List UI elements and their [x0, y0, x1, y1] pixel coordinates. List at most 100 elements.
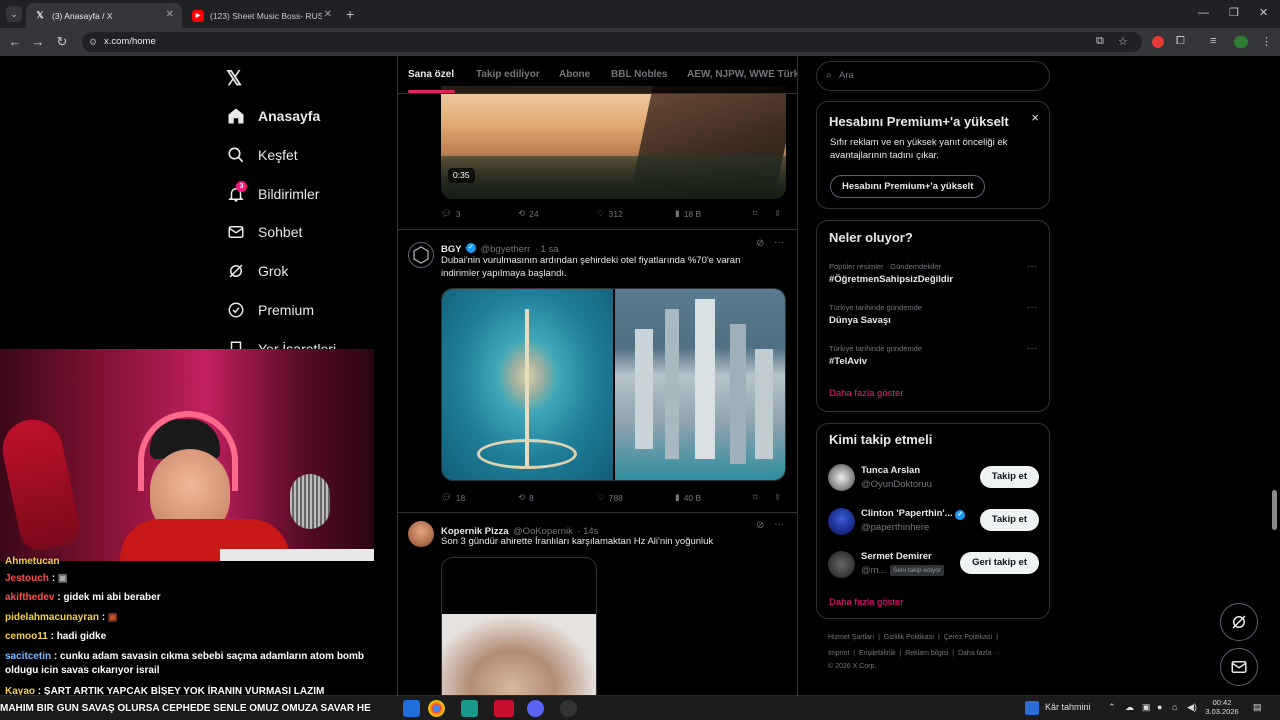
avatar[interactable] [408, 242, 434, 268]
suggested-user-name[interactable]: Tunca Arslan [861, 465, 920, 476]
weather-icon[interactable] [1025, 701, 1039, 715]
close-tab-icon[interactable]: ✕ [324, 9, 332, 20]
page-scrollbar[interactable] [1272, 490, 1277, 530]
tab-subscribed[interactable]: Abone [559, 69, 590, 80]
suggested-user-handle[interactable]: @OyunDoktoruu [861, 479, 932, 490]
tray-arrow-icon[interactable]: ⌃ [1108, 702, 1116, 713]
volume-icon[interactable]: ◀) [1187, 702, 1197, 713]
weather-text[interactable]: Kâr tahmini [1045, 702, 1091, 712]
post-bgy[interactable]: BGY ✓ @bgyetherr · 1 sa ⊘ ··· Dubai'nin … [398, 230, 797, 513]
footer-link[interactable]: Imprint [828, 650, 849, 657]
notification-center-icon[interactable]: ▤ [1253, 702, 1262, 713]
avatar[interactable] [828, 508, 855, 535]
share-button[interactable]: ⇪ [774, 208, 781, 219]
post-kopernik[interactable]: Kopernik Pizza @OoKopernik · 14s ⊘ ··· S… [398, 513, 797, 696]
minimize-icon[interactable]: — [1198, 7, 1209, 19]
trend-item[interactable]: Dünya Savaşı [829, 315, 891, 326]
footer-link[interactable]: Reklam bilgisi [905, 650, 948, 657]
nav-item-premium[interactable]: Premium [226, 300, 314, 320]
follow-button[interactable]: Takip et [979, 509, 1039, 531]
suggested-user-handle[interactable]: @paperthinhere [861, 522, 929, 533]
more-options-icon[interactable]: ··· [1027, 343, 1037, 354]
close-tab-icon[interactable]: ✕ [166, 9, 174, 20]
avatar[interactable] [828, 464, 855, 491]
tab-aew-njpw-wwe[interactable]: AEW, NJPW, WWE Türki [687, 69, 797, 80]
footer-link[interactable]: Çerez Politikası [944, 634, 993, 641]
views-button[interactable]: ▮ 40 B [675, 492, 701, 503]
nav-item-explore[interactable]: Keşfet [226, 145, 298, 165]
app-icon[interactable] [494, 700, 514, 717]
chrome-icon[interactable] [428, 700, 445, 717]
upgrade-premium-button[interactable]: Hesabını Premium+'a yükselt [830, 175, 986, 198]
trend-item[interactable]: #ÖğretmenSahipsizDeğildir [829, 274, 953, 285]
search-input[interactable]: ⌕ Ara [816, 61, 1050, 91]
more-options-icon[interactable]: ··· [1027, 302, 1037, 313]
microphone-tray-icon[interactable]: ● [1157, 702, 1162, 712]
clock[interactable]: 00:42 3.03.2026 [1205, 698, 1239, 716]
footer-link[interactable]: Daha fazla ··· [958, 650, 1000, 657]
tray-icon[interactable]: ▣ [1142, 702, 1151, 713]
new-tab-button[interactable]: + [346, 6, 354, 22]
network-icon[interactable]: ⌂ [1172, 702, 1177, 712]
bookmark-button[interactable]: ⌑ [753, 208, 757, 219]
reply-button[interactable]: 💬︎ 18 [441, 492, 465, 503]
palm-island-image[interactable] [442, 289, 613, 480]
grok-icon[interactable]: ⊘ [756, 238, 764, 249]
views-button[interactable]: ▮ 18 B [675, 208, 701, 219]
reply-button[interactable]: 💬︎ 3 [441, 208, 461, 219]
repost-button[interactable]: ⟲ 8 [518, 492, 534, 503]
address-bar[interactable]: ⚙ x.com/home [82, 32, 1142, 52]
trend-item[interactable]: #TelAviv [829, 356, 867, 367]
nav-item-chat[interactable]: Sohbet [226, 222, 302, 242]
grok-icon[interactable]: ⊘ [756, 520, 764, 531]
nav-item-home[interactable]: Anasayfa [226, 106, 320, 126]
back-icon[interactable]: ← [6, 34, 24, 49]
obs-icon[interactable] [560, 700, 577, 717]
repost-button[interactable]: ⟲ 24 [518, 208, 539, 219]
profile-avatar[interactable] [1234, 36, 1248, 48]
tray-icon[interactable]: ☁ [1125, 702, 1134, 713]
tab-for-you[interactable]: Sana özel [408, 69, 454, 80]
show-more-trends-link[interactable]: Daha fazla göster [829, 388, 903, 399]
suggested-user-handle[interactable]: @m... [861, 565, 886, 576]
site-info-icon[interactable]: ⚙ [89, 32, 97, 52]
close-window-icon[interactable]: ✕ [1259, 6, 1268, 19]
like-button[interactable]: ♡ 788 [597, 492, 623, 503]
footer-link[interactable]: Gizlilik Politikası [884, 634, 934, 641]
x-logo-icon[interactable]: 𝕏 [226, 66, 242, 91]
messages-floating-button[interactable] [1220, 648, 1258, 686]
reload-icon[interactable]: ↻ [53, 34, 71, 50]
tab-following[interactable]: Takip ediliyor [476, 69, 540, 80]
grok-floating-button[interactable] [1220, 603, 1258, 641]
follow-button[interactable]: Takip et [979, 466, 1039, 488]
avatar[interactable] [408, 521, 434, 547]
more-options-icon[interactable]: ··· [774, 519, 784, 530]
share-button[interactable]: ⇪ [774, 492, 781, 503]
like-button[interactable]: ♡ 312 [597, 208, 623, 219]
media-icon[interactable]: ≡ [1210, 35, 1216, 47]
nav-item-grok[interactable]: Grok [226, 261, 288, 281]
more-options-icon[interactable]: ··· [774, 237, 784, 248]
menu-icon[interactable]: ⋮ [1261, 35, 1272, 48]
dubai-skyline-image[interactable] [615, 289, 785, 480]
tab-search-button[interactable]: ⌄ [6, 6, 22, 22]
footer-link[interactable]: Erişilebilirlik [859, 650, 896, 657]
tab-bbl-nobles[interactable]: BBL Nobles [611, 69, 668, 80]
install-app-icon[interactable]: ⧉ [1096, 35, 1104, 48]
bookmark-star-icon[interactable]: ☆ [1118, 35, 1128, 48]
browser-tab-youtube[interactable]: ▶ (123) Sheet Music Boss- RUSH E ✕ [184, 3, 340, 28]
extension-icon[interactable] [1152, 36, 1164, 48]
post-video-player[interactable]: 0:35 [441, 86, 786, 199]
close-icon[interactable]: × [1031, 110, 1039, 125]
post-video-player[interactable] [441, 557, 597, 696]
mail-app-icon[interactable] [403, 700, 420, 717]
restore-icon[interactable]: ❐ [1229, 6, 1239, 19]
forward-icon[interactable]: → [29, 34, 47, 49]
show-more-follow-link[interactable]: Daha fazla göster [829, 597, 903, 608]
nav-item-notifications[interactable]: 3 Bildirimler [226, 181, 319, 204]
app-icon[interactable] [461, 700, 478, 717]
follow-back-button[interactable]: Geri takip et [960, 552, 1039, 574]
avatar[interactable] [828, 551, 855, 578]
bookmark-button[interactable]: ⌑ [753, 492, 757, 503]
suggested-user-name[interactable]: Clinton 'Paperthin'... ✓ [861, 508, 966, 520]
